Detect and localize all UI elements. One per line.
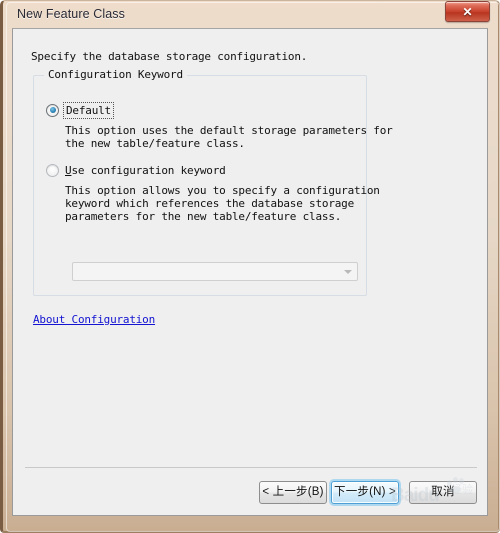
radio-use-configuration-keyword-icon: [46, 163, 59, 177]
groupbox-legend: Configuration Keyword: [44, 68, 187, 81]
option-use-configuration-keyword-description: This option allows you to specify a conf…: [65, 184, 380, 223]
close-button[interactable]: ✕: [445, 1, 490, 22]
radio-use-configuration-keyword[interactable]: Use configuration keyword: [34, 162, 366, 178]
cancel-button[interactable]: 取消: [409, 481, 477, 504]
footer-separator: [25, 467, 477, 468]
option-default-description: This option uses the default storage par…: [65, 124, 393, 150]
configuration-keyword-groupbox: Configuration Keyword Default This optio…: [33, 68, 393, 296]
radio-use-configuration-keyword-label: Use configuration keyword: [65, 164, 226, 177]
configuration-keyword-combobox[interactable]: [72, 262, 358, 281]
dialog-client-area: Specify the database storage configurati…: [12, 28, 488, 516]
radio-label-rest: se configuration keyword: [71, 163, 226, 177]
footer-button-bar: < 上一步(B) 下一步(N) > 取消: [13, 481, 487, 511]
screenshot-root: New Feature Class ✕ Specify the database…: [0, 0, 500, 533]
cancel-button-label: 取消: [431, 485, 455, 498]
close-icon: ✕: [462, 4, 473, 19]
chevron-down-icon[interactable]: [339, 263, 357, 280]
next-button-label: 下一步(N) >: [334, 485, 396, 498]
option-use-configuration-keyword: Use configuration keyword This option al…: [34, 162, 380, 223]
back-button[interactable]: < 上一步(B): [259, 481, 327, 504]
chevron-down-glyph: [344, 269, 352, 274]
radio-default-icon: [46, 103, 59, 117]
title-bar[interactable]: New Feature Class: [4, 2, 496, 26]
window-title: New Feature Class: [17, 7, 125, 21]
radio-default-label: Default: [63, 101, 114, 119]
next-button[interactable]: 下一步(N) >: [331, 481, 399, 504]
radio-default[interactable]: Default: [34, 101, 366, 119]
option-default: Default This option uses the default sto…: [34, 101, 393, 150]
back-button-label: < 上一步(B): [262, 485, 324, 498]
instruction-text: Specify the database storage configurati…: [31, 50, 308, 63]
about-configuration-link[interactable]: About Configuration: [33, 313, 155, 326]
wizard-page: Specify the database storage configurati…: [13, 29, 487, 515]
